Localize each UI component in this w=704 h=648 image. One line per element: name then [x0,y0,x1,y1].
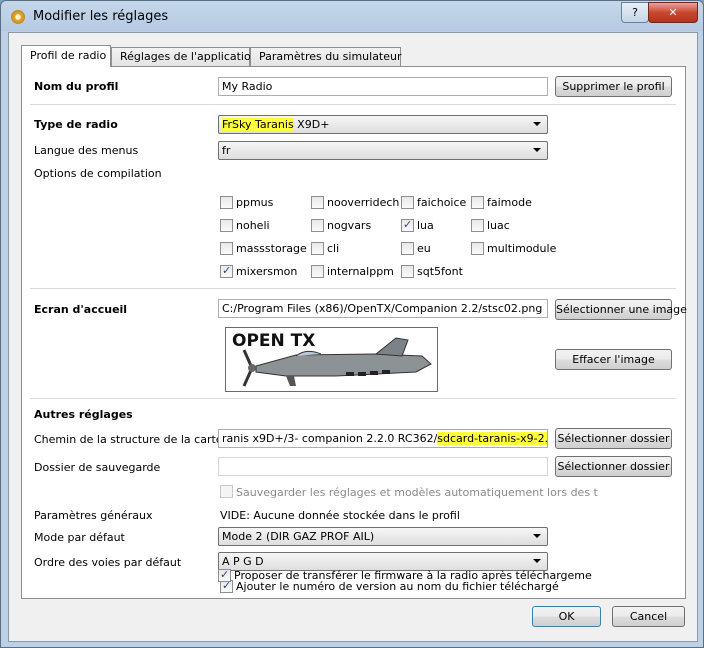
dialog-client: Profil de radio Réglages de l'applicatio… [8,32,698,642]
profile-name-label: Nom du profil [34,80,119,93]
select-image-button[interactable]: Sélectionner une image [555,299,687,320]
option-label: ppmus [236,196,274,209]
close-button[interactable]: ✕ [648,2,698,23]
divider [30,104,676,105]
chevron-down-icon [533,122,541,126]
chevron-down-icon [533,148,541,152]
propose-flash-label: Proposer de transférer le firmware à la … [234,569,592,582]
backup-folder-input[interactable] [218,457,548,476]
option-label: mixersmon [236,265,298,278]
option-ppmus-checkbox[interactable] [220,196,233,209]
sd-path-plain: ranis x9D+/3- companion 2.2.0 RC362/ [222,432,438,445]
auto-backup-checkbox[interactable] [220,485,233,498]
option-cli-checkbox[interactable] [311,242,324,255]
option-multimodule-checkbox[interactable] [471,242,484,255]
option-label: internalppm [327,265,394,278]
option-label: cli [327,242,340,255]
window-title: Modifier les réglages [33,9,169,24]
sd-path-input[interactable]: ranis x9D+/3- companion 2.2.0 RC362/sdca… [218,429,548,448]
option-label: nogvars [327,219,372,232]
tab-radio-profile[interactable]: Profil de radio [21,45,111,67]
splash-screen-label: Ecran d'accueil [34,303,128,316]
option-mixersmon-checkbox[interactable]: ✓ [220,264,233,278]
tab-simulator-settings[interactable]: Paramètres du simulateur [250,47,402,66]
option-label: sqt5font [417,265,463,278]
option-nogvars-checkbox[interactable] [311,219,324,232]
divider [30,288,676,289]
propose-flash-checkbox[interactable]: ✓ [218,568,231,582]
channel-order-label: Ordre des voies par défaut [34,556,182,569]
title-bar[interactable]: Modifier les réglages ? ✕ [1,1,703,33]
option-luac-checkbox[interactable] [471,219,484,232]
delete-profile-button[interactable]: Supprimer le profil [555,76,672,97]
default-mode-value: Mode 2 (DIR GAZ PROF AIL) [222,530,375,543]
option-sqt5font-checkbox[interactable] [401,265,414,278]
profile-name-input[interactable]: My Radio [218,77,548,96]
option-nooverridech-checkbox[interactable] [311,196,324,209]
default-mode-label: Mode par défaut [34,531,125,544]
menu-language-label: Langue des menus [34,144,139,157]
cancel-button[interactable]: Cancel [612,606,685,627]
general-params-value: VIDE: Aucune donnée stockée dans le prof… [220,509,460,522]
other-settings-heading: Autres réglages [34,408,133,421]
option-internalppm-checkbox[interactable] [311,265,324,278]
option-massstorage-checkbox[interactable] [220,242,233,255]
settings-window: Modifier les réglages ? ✕ Profil de radi… [0,0,704,648]
option-label: nooverridech [327,196,400,209]
radio-type-select[interactable]: FrSky Taranis X9D+ [218,115,548,134]
default-mode-select[interactable]: Mode 2 (DIR GAZ PROF AIL) [218,527,548,546]
radio-type-rest: X9D+ [293,118,330,131]
select-backup-folder-button[interactable]: Sélectionner dossier [555,456,672,477]
backup-folder-label: Dossier de sauvegarde [34,461,161,474]
splash-logo-text: OPEN TX [232,331,315,351]
sd-path-highlight: sdcard-taranis-x9-2.2V0005 [437,432,547,445]
gear-icon [11,10,25,24]
divider [30,398,676,399]
radio-type-label: Type de radio [34,118,118,131]
chevron-down-icon [533,534,541,538]
auto-backup-label: Sauvegarder les réglages et modèles auto… [236,486,598,499]
option-noheli-checkbox[interactable] [220,219,233,232]
help-button[interactable]: ? [621,2,649,23]
option-label: noheli [236,219,270,232]
option-label: multimodule [487,242,557,255]
tab-application-settings[interactable]: Réglages de l'application [111,47,258,66]
menu-language-value: fr [222,144,231,157]
option-label: faichoice [417,196,467,209]
option-faimode-checkbox[interactable] [471,196,484,209]
ok-button[interactable]: OK [532,606,601,627]
splash-path-input[interactable]: C:/Program Files (x86)/OpenTX/Companion … [218,299,548,318]
option-faichoice-checkbox[interactable] [401,196,414,209]
menu-language-select[interactable]: fr [218,141,548,160]
select-sd-folder-button[interactable]: Sélectionner dossier [555,428,672,449]
radio-type-highlight: FrSky Taranis [222,118,294,131]
splash-preview-image: OPEN TX [225,327,438,392]
option-label: lua [417,219,434,232]
option-label: massstorage [236,242,307,255]
sd-path-label: Chemin de la structure de la carte SD [34,433,242,446]
radio-profile-panel: Nom du profil My Radio Supprimer le prof… [21,66,687,599]
chevron-down-icon [533,559,541,563]
option-label: faimode [487,196,532,209]
option-lua-checkbox[interactable]: ✓ [401,218,414,232]
channel-order-value: A P G D [222,555,264,568]
build-options-label: Options de compilation [34,167,162,180]
general-params-label: Paramètres généraux [34,509,153,522]
option-eu-checkbox[interactable] [401,242,414,255]
clear-image-button[interactable]: Effacer l'image [555,349,672,370]
option-label: eu [417,242,431,255]
option-label: luac [487,219,510,232]
